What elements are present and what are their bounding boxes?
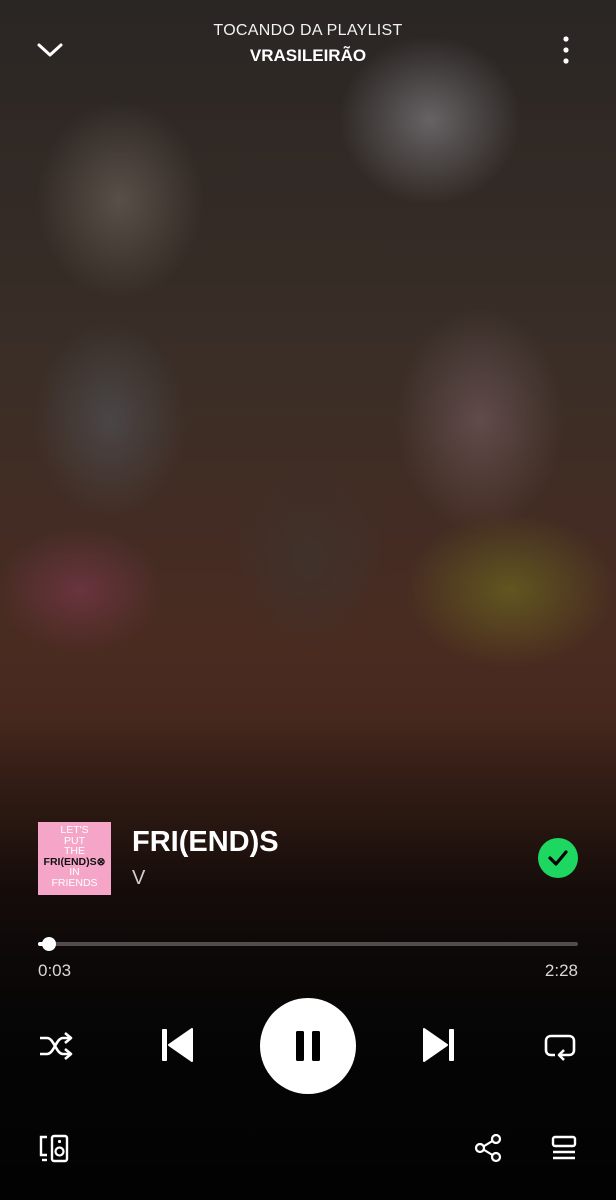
check-icon bbox=[548, 850, 568, 866]
repeat-icon bbox=[544, 1034, 576, 1061]
liked-button[interactable] bbox=[538, 838, 578, 878]
track-text: FRI(END)S V bbox=[132, 826, 279, 890]
cover-line: LET'S bbox=[60, 824, 89, 836]
previous-button[interactable] bbox=[154, 1022, 200, 1068]
more-vertical-icon bbox=[563, 36, 569, 64]
pause-icon bbox=[296, 1031, 320, 1061]
cover-line: FRIENDS bbox=[51, 876, 98, 889]
queue-icon bbox=[551, 1135, 577, 1160]
track-info-row: LET'S PUT THE FRI(END)S⊗ IN FRIENDS FRI(… bbox=[38, 822, 578, 896]
connect-device-icon bbox=[39, 1134, 69, 1163]
playing-context-label: TOCANDO DA PLAYLIST bbox=[213, 22, 403, 39]
track-artist[interactable]: V bbox=[132, 867, 279, 890]
more-options-button[interactable] bbox=[546, 30, 586, 70]
now-playing-screen: TOCANDO DA PLAYLIST VRASILEIRÃO LET'S PU… bbox=[0, 0, 616, 1200]
share-icon bbox=[474, 1133, 502, 1163]
background-shade bbox=[0, 720, 616, 1200]
playlist-name[interactable]: VRASILEIRÃO bbox=[0, 46, 616, 66]
connect-device-button[interactable] bbox=[34, 1128, 74, 1168]
shuffle-button[interactable] bbox=[36, 1026, 76, 1066]
album-cover[interactable]: LET'S PUT THE FRI(END)S⊗ IN FRIENDS bbox=[38, 822, 111, 895]
shuffle-icon bbox=[40, 1032, 73, 1060]
skip-previous-icon bbox=[162, 1028, 193, 1062]
now-playing-header: TOCANDO DA PLAYLIST VRASILEIRÃO bbox=[0, 22, 616, 66]
next-button[interactable] bbox=[416, 1022, 462, 1068]
share-button[interactable] bbox=[468, 1128, 508, 1168]
skip-next-icon bbox=[423, 1028, 454, 1062]
progress-handle[interactable] bbox=[41, 937, 56, 951]
queue-button[interactable] bbox=[544, 1128, 584, 1168]
progress-bar[interactable] bbox=[38, 937, 578, 951]
play-pause-button[interactable] bbox=[260, 998, 356, 1094]
repeat-button[interactable] bbox=[540, 1026, 580, 1066]
elapsed-time: 0:03 bbox=[38, 961, 72, 980]
total-time: 2:28 bbox=[544, 961, 578, 980]
track-title[interactable]: FRI(END)S bbox=[132, 826, 279, 859]
